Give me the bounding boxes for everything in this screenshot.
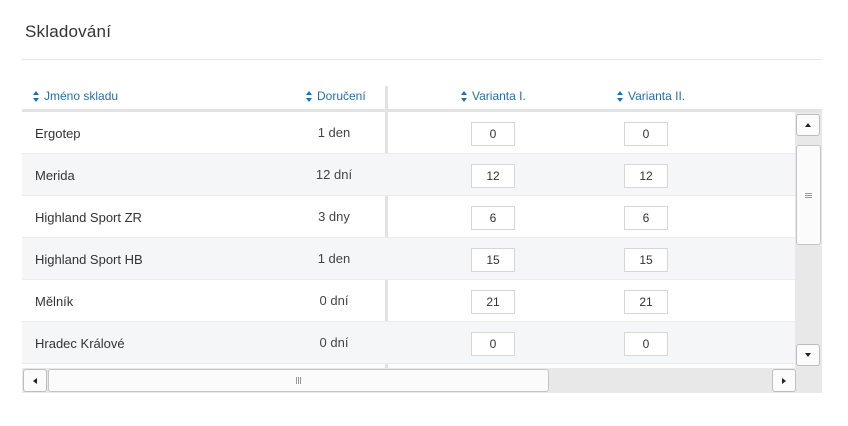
- warehouse-name: Merida: [35, 168, 75, 183]
- divider: [22, 59, 822, 60]
- column-header-name[interactable]: Jméno skladu: [33, 89, 118, 103]
- column-header-variant-2[interactable]: Varianta II.: [617, 89, 685, 103]
- warehouse-name: Highland Sport ZR: [35, 210, 142, 225]
- variant-2-quantity-input[interactable]: [624, 290, 668, 314]
- variant-1-quantity-input[interactable]: [471, 290, 515, 314]
- horizontal-scroll-thumb[interactable]: [48, 369, 549, 392]
- variant-2-quantity-input[interactable]: [624, 122, 668, 146]
- table-row: Highland Sport ZR 3 dny: [22, 196, 795, 238]
- table-row: Hradec Králové 0 dní: [22, 322, 795, 364]
- scroll-up-button[interactable]: [796, 114, 820, 136]
- variant-2-quantity-input[interactable]: [624, 332, 668, 356]
- chevron-down-icon: [805, 353, 811, 357]
- table-row: Highland Sport HB 1 den: [22, 238, 795, 280]
- column-header-variant-1[interactable]: Varianta I.: [461, 89, 526, 103]
- variant-1-quantity-input[interactable]: [471, 122, 515, 146]
- scroll-down-button[interactable]: [796, 344, 820, 366]
- section-title: Skladování: [25, 22, 112, 41]
- vertical-scrollbar[interactable]: [795, 112, 822, 368]
- warehouse-name: Mělník: [35, 294, 74, 309]
- grip-icon: [805, 192, 812, 198]
- variant-2-quantity-input[interactable]: [624, 206, 668, 230]
- scroll-right-button[interactable]: [772, 369, 796, 392]
- column-header-variant-1-label: Varianta I.: [472, 89, 526, 103]
- column-header-variant-2-label: Varianta II.: [628, 89, 686, 103]
- variant-1-quantity-input[interactable]: [471, 206, 515, 230]
- column-header-name-label: Jméno skladu: [44, 89, 119, 103]
- variant-1-quantity-input[interactable]: [471, 248, 515, 272]
- variant-1-quantity-input[interactable]: [471, 164, 515, 188]
- sort-icon: [306, 90, 313, 102]
- variant-2-quantity-input[interactable]: [624, 248, 668, 272]
- scroll-left-button[interactable]: [23, 369, 47, 392]
- delivery-time: 12 dní: [315, 167, 353, 182]
- variant-2-quantity-input[interactable]: [624, 164, 668, 188]
- column-header-delivery[interactable]: Doručení: [306, 89, 366, 103]
- chevron-up-icon: [805, 123, 811, 127]
- grid-body: Ergotep 1 den Merida 12 dní Highland Spo…: [22, 112, 795, 368]
- grip-icon: [296, 377, 301, 384]
- warehouse-name: Highland Sport HB: [35, 252, 143, 267]
- column-header-delivery-label: Doručení: [317, 89, 366, 103]
- sort-icon: [617, 90, 624, 102]
- variant-1-quantity-input[interactable]: [471, 332, 515, 356]
- sort-icon: [33, 90, 40, 102]
- delivery-time: 0 dní: [319, 335, 349, 350]
- warehouse-name: Hradec Králové: [35, 336, 125, 351]
- sort-icon: [461, 90, 468, 102]
- chevron-right-icon: [782, 377, 786, 384]
- vertical-scroll-thumb[interactable]: [796, 145, 821, 245]
- delivery-time: 1 den: [317, 251, 351, 266]
- delivery-time: 3 dny: [318, 209, 350, 224]
- delivery-time: 1 den: [317, 125, 351, 140]
- table-row: Ergotep 1 den: [22, 112, 795, 154]
- table-row: Mělník 0 dní: [22, 280, 795, 322]
- chevron-left-icon: [33, 377, 37, 384]
- grid-header: Jméno skladu Doručení Varianta I. Varian…: [22, 82, 822, 112]
- warehouse-name: Ergotep: [35, 126, 81, 141]
- horizontal-scrollbar[interactable]: [22, 368, 822, 393]
- table-row: Merida 12 dní: [22, 154, 795, 196]
- warehouse-grid: Jméno skladu Doručení Varianta I. Varian…: [22, 82, 822, 394]
- delivery-time: 0 dní: [319, 293, 349, 308]
